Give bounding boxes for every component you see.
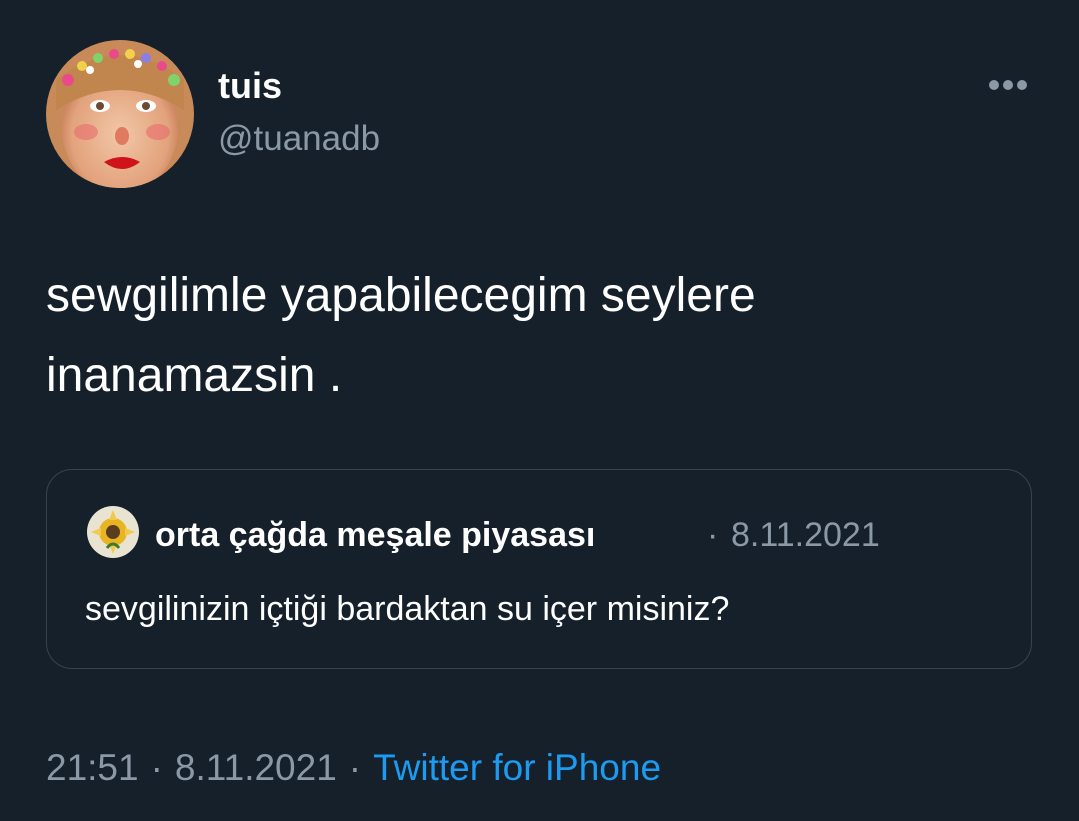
author-avatar-image xyxy=(46,40,194,188)
author-handle[interactable]: @tuanadb xyxy=(218,118,380,160)
tweet-time[interactable]: 21:51 xyxy=(46,745,139,791)
more-horizontal-icon xyxy=(989,80,1027,90)
quoted-author-name: orta çağda meşale piyasası xyxy=(155,516,596,554)
meta-separator: · xyxy=(150,747,163,788)
tweet-meta: 21:51 · 8.11.2021 · Twitter for iPhone xyxy=(46,745,661,791)
tweet-text: sewgilimle yapabilecegim seylere inanama… xyxy=(46,269,756,402)
meta-separator: · xyxy=(348,747,362,788)
more-options-button[interactable] xyxy=(982,70,1034,100)
tweet-date[interactable]: 8.11.2021 xyxy=(175,745,337,791)
tweet-detail: tuis @tuanadb sewgilimle yapabilecegim s… xyxy=(0,0,1079,821)
author-avatar[interactable] xyxy=(46,40,194,188)
quoted-date: 8.11.2021 xyxy=(731,516,880,554)
quoted-author-avatar xyxy=(87,506,139,558)
quoted-tweet-card[interactable]: orta çağda meşale piyasası · 8.11.2021 s… xyxy=(46,469,1032,669)
author-display-name[interactable]: tuis xyxy=(218,64,282,108)
quoted-author-avatar-image xyxy=(87,506,139,558)
tweet-source-link[interactable]: Twitter for iPhone xyxy=(373,745,661,791)
quoted-tweet-text: sevgilinizin içtiği bardaktan su içer mi… xyxy=(85,590,730,628)
quoted-separator: · xyxy=(707,516,719,554)
